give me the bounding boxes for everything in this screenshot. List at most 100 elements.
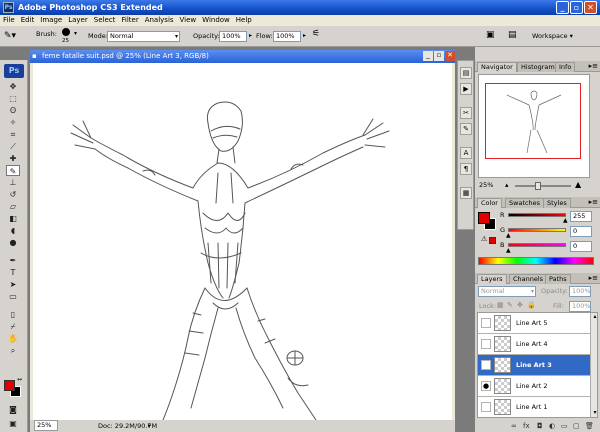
eraser-tool-icon[interactable]: ▱ xyxy=(6,201,20,212)
layer-row[interactable]: Line Art 5 xyxy=(478,313,590,334)
tab-swatches[interactable]: Swatches xyxy=(505,198,545,208)
screen-mode-icon[interactable]: ▣ xyxy=(6,418,20,429)
new-group-icon[interactable]: ▭ xyxy=(561,421,568,432)
channel-g-slider[interactable] xyxy=(508,228,566,232)
zoom-tool-icon[interactable]: ⌕ xyxy=(6,345,20,356)
tab-styles[interactable]: Styles xyxy=(543,198,571,208)
layer-mask-icon[interactable]: ◘ xyxy=(537,421,543,432)
magic-wand-tool-icon[interactable]: ✧ xyxy=(6,117,20,128)
link-layers-icon[interactable]: ∞ xyxy=(511,421,517,432)
swap-colors-icon[interactable]: ↔ xyxy=(17,376,22,383)
close-icon[interactable]: ✕ xyxy=(584,1,597,14)
channel-b-thumb-icon[interactable]: ▲ xyxy=(506,247,511,254)
layers-scrollbar[interactable]: ▴ ▾ xyxy=(590,313,597,417)
layers-menu-icon[interactable]: ▸≡ xyxy=(589,274,598,282)
navigator-zoom-slider[interactable] xyxy=(515,182,571,190)
gamut-color-swatch[interactable] xyxy=(489,237,496,244)
opacity-slider-icon[interactable]: ▸ xyxy=(249,32,252,39)
zoom-in-icon[interactable]: ▲ xyxy=(575,180,581,189)
actions-panel-icon[interactable]: ▶ xyxy=(460,83,472,95)
tab-paths[interactable]: Paths xyxy=(545,274,571,284)
notes-tool-icon[interactable]: ▯ xyxy=(6,309,20,320)
character-panel-icon[interactable]: A xyxy=(460,147,472,159)
new-layer-icon[interactable]: ▢ xyxy=(573,421,580,432)
brushes-panel-icon[interactable]: ✎ xyxy=(460,123,472,135)
zoom-out-icon[interactable]: ▴ xyxy=(505,181,509,189)
eyedropper-tool-icon[interactable]: ⌿ xyxy=(6,321,20,332)
adjustment-layer-icon[interactable]: ◐ xyxy=(549,421,555,432)
layer-visibility-toggle[interactable] xyxy=(481,402,491,412)
shape-tool-icon[interactable]: ▭ xyxy=(6,291,20,302)
tab-color[interactable]: Color xyxy=(477,198,502,208)
channel-g-thumb-icon[interactable]: ▲ xyxy=(506,232,511,239)
layer-visibility-toggle[interactable] xyxy=(481,360,491,370)
lasso-tool-icon[interactable]: ʘ xyxy=(6,105,20,116)
opacity-input[interactable]: 100% xyxy=(219,31,247,42)
layer-blend-mode-select[interactable]: Normal ▾ xyxy=(478,286,536,297)
scroll-down-icon[interactable]: ▾ xyxy=(591,409,597,417)
workspace-button[interactable]: Workspace ▾ xyxy=(532,31,573,41)
tab-navigator[interactable]: Navigator xyxy=(477,62,517,72)
pen-tool-icon[interactable]: ✒ xyxy=(6,255,20,266)
channel-g-input[interactable]: 0 xyxy=(570,226,592,237)
menu-layer[interactable]: Layer xyxy=(65,15,91,26)
brush-preview-icon[interactable] xyxy=(62,28,70,36)
tab-layers[interactable]: Layers xyxy=(477,274,507,284)
healing-brush-tool-icon[interactable]: ✚ xyxy=(6,153,20,164)
paint-bucket-tool-icon[interactable]: ◧ xyxy=(6,213,20,224)
menu-filter[interactable]: Filter xyxy=(118,15,141,26)
scroll-up-icon[interactable]: ▴ xyxy=(591,313,597,321)
layer-opacity-input[interactable]: 100% xyxy=(569,286,591,297)
lock-all-icon[interactable]: 🔒 xyxy=(527,301,536,309)
flow-input[interactable]: 100% xyxy=(273,31,301,42)
clone-stamp-tool-icon[interactable]: ⊥ xyxy=(6,177,20,188)
bridge-icon[interactable]: ▣ xyxy=(486,30,495,40)
maximize-icon[interactable]: ▫ xyxy=(570,1,583,14)
slice-tool-icon[interactable]: ⟋ xyxy=(6,141,20,152)
menu-view[interactable]: View xyxy=(177,15,200,26)
menu-edit[interactable]: Edit xyxy=(18,15,38,26)
crop-tool-icon[interactable]: ⌗ xyxy=(6,129,20,140)
blur-tool-icon[interactable]: ◖ xyxy=(6,225,20,236)
navigator-menu-icon[interactable]: ▸≡ xyxy=(589,62,598,70)
menu-file[interactable]: File xyxy=(0,15,18,26)
flow-slider-icon[interactable]: ▸ xyxy=(303,32,306,39)
mode-select[interactable]: Normal ▾ xyxy=(107,31,180,42)
foreground-color-swatch[interactable] xyxy=(4,380,15,391)
layer-comps-panel-icon[interactable]: ▦ xyxy=(460,187,472,199)
lock-image-icon[interactable]: ✎ xyxy=(507,301,513,309)
brush-picker-chevron-icon[interactable]: ▾ xyxy=(74,30,77,37)
menu-image[interactable]: Image xyxy=(37,15,65,26)
hand-tool-icon[interactable]: ✋ xyxy=(6,333,20,344)
history-panel-icon[interactable]: ▤ xyxy=(460,67,472,79)
layer-row[interactable]: ● Line Art 2 xyxy=(478,376,590,397)
document-close-icon[interactable]: ✕ xyxy=(445,51,455,61)
layer-style-icon[interactable]: fx xyxy=(523,421,530,432)
tab-histogram[interactable]: Histogram xyxy=(517,62,559,72)
tab-channels[interactable]: Channels xyxy=(509,274,548,284)
paragraph-panel-icon[interactable]: ¶ xyxy=(460,163,472,175)
brush-tool-icon[interactable]: ✎ xyxy=(6,165,20,176)
document-maximize-icon[interactable]: ▫ xyxy=(434,51,444,61)
menu-analysis[interactable]: Analysis xyxy=(142,15,177,26)
navigator-zoom-value[interactable]: 25% xyxy=(479,181,493,189)
dodge-tool-icon[interactable]: ● xyxy=(6,237,20,248)
channel-b-slider[interactable] xyxy=(508,243,566,247)
workspace-menu-icon[interactable]: ▤ xyxy=(508,30,517,40)
airbrush-icon[interactable]: ⚟ xyxy=(312,29,320,39)
lock-transparent-icon[interactable]: ▦ xyxy=(497,301,504,309)
menu-select[interactable]: Select xyxy=(91,15,119,26)
delete-layer-icon[interactable]: 🗑 xyxy=(585,421,594,432)
color-foreground-swatch[interactable] xyxy=(478,212,490,224)
layer-row[interactable]: Line Art 4 xyxy=(478,334,590,355)
document-info-arrow-icon[interactable]: ▸ xyxy=(148,420,151,432)
channel-r-input[interactable]: 255 xyxy=(570,211,592,222)
type-tool-icon[interactable]: T xyxy=(6,267,20,278)
document-zoom-input[interactable]: 25% xyxy=(34,420,58,431)
history-brush-tool-icon[interactable]: ↺ xyxy=(6,189,20,200)
tool-presets-panel-icon[interactable]: ✂ xyxy=(460,107,472,119)
quick-mask-icon[interactable]: ◙ xyxy=(6,404,20,415)
layer-visibility-toggle[interactable] xyxy=(481,339,491,349)
brush-tool-preset-icon[interactable]: ✎▾ xyxy=(4,31,16,41)
channel-r-thumb-icon[interactable]: ▲ xyxy=(563,217,568,224)
